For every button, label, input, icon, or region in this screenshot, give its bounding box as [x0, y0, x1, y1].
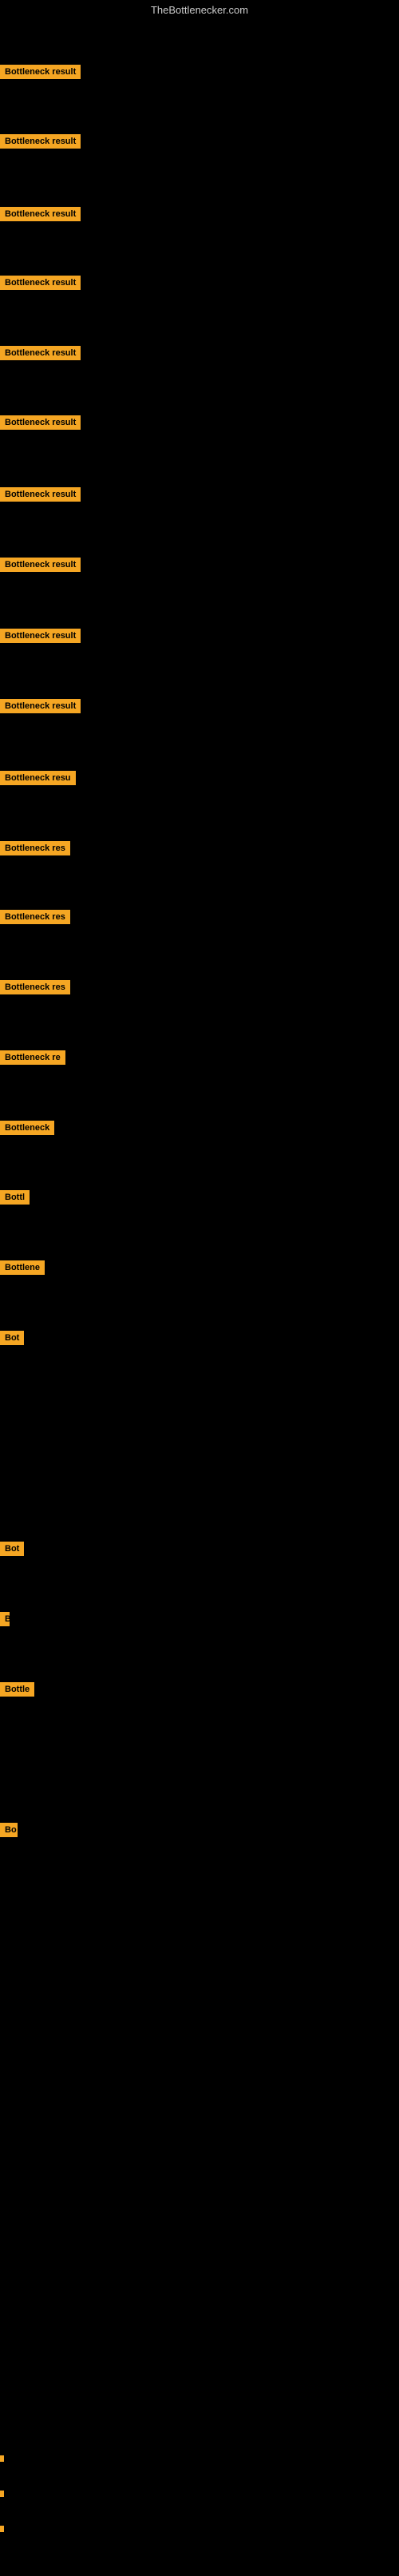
result-bar: [0, 2526, 4, 2532]
bottleneck-result-label: Bottleneck result: [0, 699, 81, 713]
bottleneck-result-label: Bottleneck resu: [0, 771, 76, 785]
bottleneck-result-label: Bo: [0, 1823, 18, 1837]
bottleneck-result-label: Bottleneck result: [0, 134, 81, 149]
bottleneck-result-label: Bottleneck result: [0, 629, 81, 643]
result-bar: [0, 2455, 4, 2462]
bottleneck-result-label: Bottleneck result: [0, 415, 81, 430]
bottleneck-result-label: Bottleneck result: [0, 207, 81, 221]
bottleneck-result-label: Bot: [0, 1331, 24, 1345]
bottleneck-result-label: Bottl: [0, 1190, 30, 1205]
site-title: TheBottlenecker.com: [0, 0, 399, 20]
bottleneck-result-label: Bottleneck result: [0, 346, 81, 360]
bottleneck-result-label: Bottleneck res: [0, 841, 70, 855]
bottleneck-result-label: Bottleneck: [0, 1121, 54, 1135]
bottleneck-result-label: Bottleneck result: [0, 558, 81, 572]
bottleneck-result-label: Bottleneck result: [0, 487, 81, 502]
bottleneck-result-label: Bot: [0, 1542, 24, 1556]
bottleneck-result-label: Bottleneck re: [0, 1050, 65, 1065]
bottleneck-result-label: Bottle: [0, 1682, 34, 1697]
bottleneck-result-label: Bottleneck res: [0, 910, 70, 924]
bottleneck-result-label: Bottleneck res: [0, 980, 70, 994]
bottleneck-result-label: Bottleneck result: [0, 276, 81, 290]
bottleneck-result-label: Bottleneck result: [0, 65, 81, 79]
bottleneck-result-label: Bottlene: [0, 1260, 45, 1275]
bottleneck-result-label: B: [0, 1612, 10, 1626]
result-bar: [0, 2491, 4, 2497]
